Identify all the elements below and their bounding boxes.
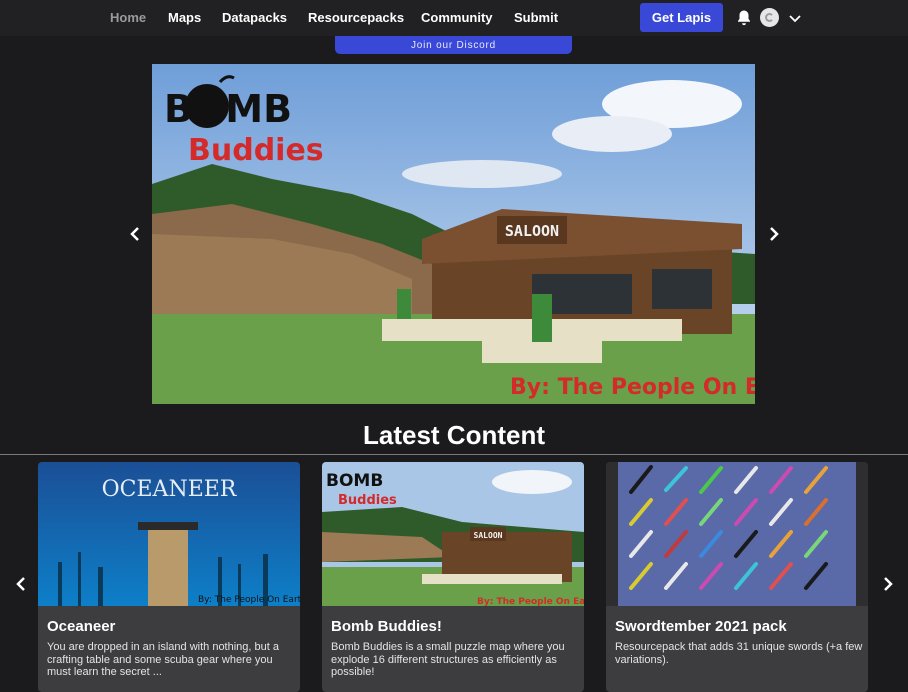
hero-prev-arrow[interactable]	[124, 223, 146, 245]
thumb-credit: By: The People On Earth	[477, 597, 584, 606]
thumb-logo-bomb: BOMB	[326, 471, 383, 491]
hero-slide[interactable]: SALOON BOMB Buddies By: The People On Ea…	[152, 64, 755, 404]
nav-datapacks[interactable]: Datapacks	[222, 10, 287, 25]
card-title: Oceaneer	[47, 618, 116, 635]
chevron-left-icon	[130, 227, 139, 241]
card-thumbnail: SALOON BOMB Buddies By: The People On Ea…	[322, 462, 584, 606]
content-card-bomb-buddies[interactable]: SALOON BOMB Buddies By: The People On Ea…	[322, 462, 584, 692]
bomb-buddies-thumbnail: SALOON BOMB Buddies By: The People On Ea…	[322, 462, 584, 606]
avatar-glyph	[765, 13, 774, 22]
get-lapis-button[interactable]: Get Lapis	[640, 3, 723, 32]
card-title: Bomb Buddies!	[331, 618, 442, 635]
swordtember-thumbnail	[606, 462, 868, 606]
nav-home[interactable]: Home	[110, 10, 146, 25]
content-card-oceaneer[interactable]: OCEANEER By: The People On Earth Oceanee…	[38, 462, 300, 692]
chevron-right-icon	[770, 227, 779, 241]
oceaneer-thumbnail: OCEANEER By: The People On Earth	[38, 462, 300, 606]
hero-sign-text: SALOON	[505, 222, 559, 240]
nav-community[interactable]: Community	[421, 10, 493, 25]
oceaneer-logo-text: OCEANEER	[102, 477, 238, 502]
hero-logo-bomb: BOMB	[164, 87, 292, 131]
join-discord-button[interactable]: Join our Discord	[335, 36, 572, 54]
nav-submit[interactable]: Submit	[514, 10, 558, 25]
cards-prev-arrow[interactable]	[10, 573, 32, 595]
chevron-left-icon	[16, 577, 25, 591]
latest-content-heading: Latest Content	[363, 420, 545, 450]
section-divider	[0, 454, 908, 455]
content-card-swordtember[interactable]: Swordtember 2021 pack Resourcepack that …	[606, 462, 868, 692]
card-description: Resourcepack that adds 31 unique swords …	[615, 641, 863, 666]
hero-byline: By: The People On Earth	[510, 375, 755, 400]
hero-next-arrow[interactable]	[763, 223, 785, 245]
card-thumbnail: OCEANEER By: The People On Earth	[38, 462, 300, 606]
chevron-down-icon[interactable]	[788, 11, 802, 25]
card-thumbnail	[606, 462, 868, 606]
chevron-right-icon	[884, 577, 893, 591]
hero-image: SALOON BOMB Buddies By: The People On Ea…	[152, 64, 755, 404]
nav-resourcepacks[interactable]: Resourcepacks	[308, 10, 404, 25]
top-nav: Home Maps Datapacks Resourcepacks Commun…	[0, 0, 908, 36]
thumb-sign-text: SALOON	[474, 531, 503, 540]
bell-icon[interactable]	[735, 9, 753, 27]
hero-logo-buddies: Buddies	[188, 133, 324, 168]
oceaneer-credit: By: The People On Earth	[198, 595, 300, 605]
cards-next-arrow[interactable]	[877, 573, 899, 595]
card-title: Swordtember 2021 pack	[615, 618, 787, 635]
card-description: You are dropped in an island with nothin…	[47, 641, 279, 678]
thumb-logo-buddies: Buddies	[338, 493, 397, 508]
card-description: Bomb Buddies is a small puzzle map where…	[331, 641, 565, 678]
nav-maps[interactable]: Maps	[168, 10, 201, 25]
avatar[interactable]	[760, 8, 779, 27]
